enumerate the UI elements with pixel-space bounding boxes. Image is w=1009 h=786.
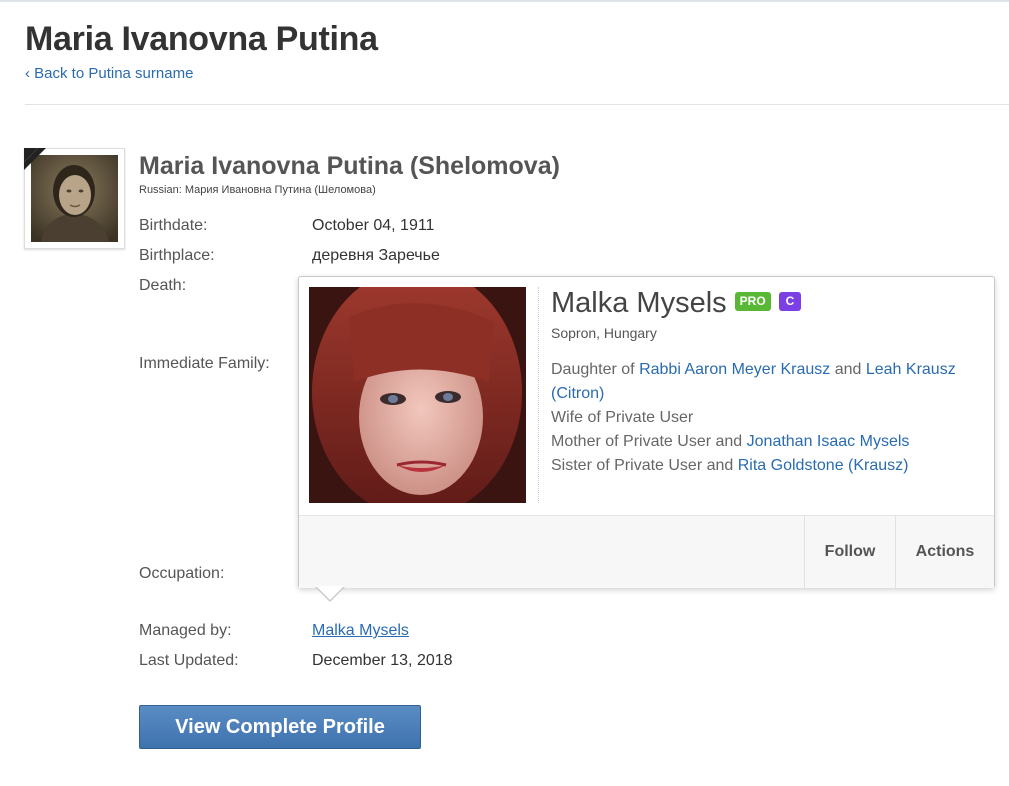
back-to-surname-link[interactable]: ‹ Back to Putina surname bbox=[25, 65, 193, 82]
pro-badge: PRO bbox=[734, 291, 771, 311]
daughter-line: Daughter of Rabbi Aaron Meyer Krausz and… bbox=[551, 358, 971, 406]
hover-card-relations: Daughter of Rabbi Aaron Meyer Krausz and… bbox=[551, 358, 971, 478]
death-label: Death: bbox=[139, 277, 187, 294]
father-link[interactable]: Rabbi Aaron Meyer Krausz bbox=[639, 361, 830, 378]
birthplace-value: деревня Заречье bbox=[312, 247, 440, 264]
last-updated-value: December 13, 2018 bbox=[312, 652, 453, 669]
hover-card-photo[interactable] bbox=[309, 267, 526, 517]
sister-line: Sister of Private User and Rita Goldston… bbox=[551, 454, 971, 478]
child-link[interactable]: Jonathan Isaac Mysels bbox=[747, 433, 910, 450]
profile-name: Maria Ivanovna Putina (Shelomova) bbox=[139, 152, 560, 180]
relation-text: Mother of Private User and bbox=[551, 433, 747, 450]
mother-line: Mother of Private User and Jonathan Isaa… bbox=[551, 430, 971, 454]
wife-line: Wife of Private User bbox=[551, 409, 694, 426]
top-border bbox=[0, 0, 1009, 2]
card-divider bbox=[538, 287, 539, 503]
manager-link[interactable]: Malka Mysels bbox=[312, 622, 409, 639]
hover-card-photo-image bbox=[309, 267, 526, 517]
birthdate-label: Birthdate: bbox=[139, 217, 208, 234]
relation-text: Sister of Private User and bbox=[551, 457, 738, 474]
hover-card-footer: Follow Actions bbox=[299, 515, 994, 588]
hover-card-name-text[interactable]: Malka Mysels bbox=[551, 287, 727, 319]
sibling-link[interactable]: Rita Goldstone (Krausz) bbox=[738, 457, 909, 474]
occupation-label: Occupation: bbox=[139, 565, 225, 582]
native-name: Russian: Мария Ивановна Путина (Шеломова… bbox=[139, 184, 376, 196]
relation-text: and bbox=[830, 361, 866, 378]
last-updated-label: Last Updated: bbox=[139, 652, 239, 669]
hover-card-location: Sopron, Hungary bbox=[551, 325, 657, 341]
curator-badge: C bbox=[778, 291, 802, 311]
follow-button[interactable]: Follow bbox=[804, 516, 895, 588]
page-title: Maria Ivanovna Putina bbox=[25, 20, 378, 58]
relation-text: Daughter of bbox=[551, 361, 640, 378]
mourning-ribbon-icon bbox=[24, 148, 54, 178]
immediate-family-label: Immediate Family: bbox=[139, 355, 270, 372]
managed-by-value: Malka Mysels bbox=[312, 622, 409, 640]
header-divider bbox=[25, 104, 1009, 105]
birthplace-label: Birthplace: bbox=[139, 247, 215, 264]
hover-card-name: Malka Mysels PRO C bbox=[551, 287, 802, 320]
card-pointer-inner bbox=[316, 586, 344, 600]
view-complete-profile-button[interactable]: View Complete Profile bbox=[139, 705, 421, 749]
hover-card: Malka Mysels PRO C Sopron, Hungary Daughte… bbox=[298, 267, 995, 602]
managed-by-label: Managed by: bbox=[139, 622, 232, 639]
actions-button[interactable]: Actions bbox=[895, 516, 994, 588]
birthdate-value: October 04, 1911 bbox=[312, 217, 435, 234]
